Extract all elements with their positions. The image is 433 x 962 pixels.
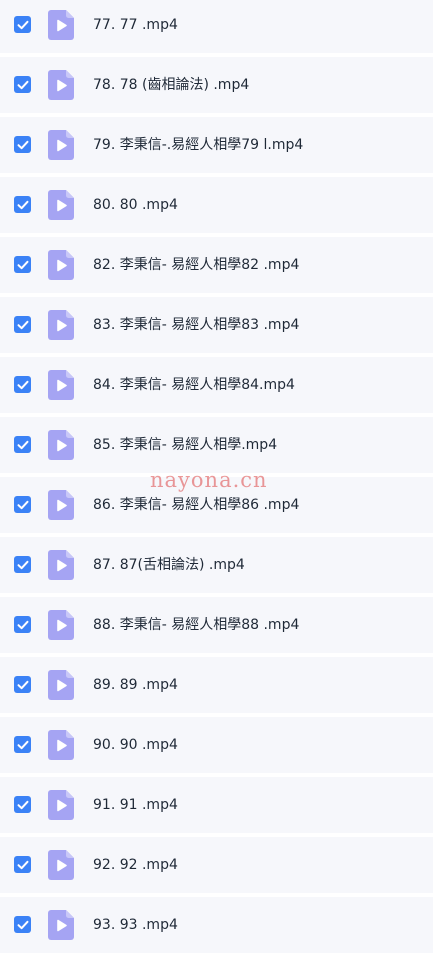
video-file-icon: [48, 430, 74, 460]
video-file-icon: [48, 310, 74, 340]
file-row[interactable]: 80. 80 .mp4: [0, 177, 433, 233]
video-file-icon: [48, 550, 74, 580]
file-row[interactable]: 79. 李秉信-.易經人相學79 l.mp4: [0, 117, 433, 173]
row-checkbox[interactable]: [14, 796, 31, 813]
row-checkbox[interactable]: [14, 436, 31, 453]
row-checkbox[interactable]: [14, 736, 31, 753]
file-list: 77. 77 .mp4 78. 78 (齒相論法) .mp4 79. 李秉信-.…: [0, 0, 433, 962]
video-file-icon: [48, 190, 74, 220]
video-file-icon: [48, 670, 74, 700]
file-name: 85. 李秉信- 易經人相學.mp4: [93, 437, 278, 453]
file-row[interactable]: 89. 89 .mp4: [0, 657, 433, 713]
video-file-icon: [48, 610, 74, 640]
checkmark-icon: [17, 560, 28, 569]
checkmark-icon: [17, 920, 28, 929]
file-name: 80. 80 .mp4: [93, 197, 178, 213]
checkmark-icon: [17, 140, 28, 149]
row-checkbox[interactable]: [14, 136, 31, 153]
file-name: 84. 李秉信- 易經人相學84.mp4: [93, 377, 295, 393]
file-row[interactable]: 77. 77 .mp4: [0, 0, 433, 53]
video-file-icon: [48, 850, 74, 880]
file-row[interactable]: 91. 91 .mp4: [0, 777, 433, 833]
row-checkbox[interactable]: [14, 916, 31, 933]
row-checkbox[interactable]: [14, 256, 31, 273]
checkmark-icon: [17, 500, 28, 509]
checkmark-icon: [17, 740, 28, 749]
file-name: 77. 77 .mp4: [93, 17, 178, 33]
row-checkbox[interactable]: [14, 856, 31, 873]
file-row[interactable]: 87. 87(舌相論法) .mp4: [0, 537, 433, 593]
file-name: 86. 李秉信- 易經人相學86 .mp4: [93, 497, 300, 513]
row-checkbox[interactable]: [14, 556, 31, 573]
checkmark-icon: [17, 680, 28, 689]
row-checkbox[interactable]: [14, 676, 31, 693]
row-checkbox[interactable]: [14, 376, 31, 393]
video-file-icon: [48, 370, 74, 400]
file-name: 90. 90 .mp4: [93, 737, 178, 753]
file-name: 89. 89 .mp4: [93, 677, 178, 693]
row-checkbox[interactable]: [14, 496, 31, 513]
checkmark-icon: [17, 320, 28, 329]
file-name: 88. 李秉信- 易經人相學88 .mp4: [93, 617, 300, 633]
checkmark-icon: [17, 620, 28, 629]
video-file-icon: [48, 490, 74, 520]
file-row[interactable]: 84. 李秉信- 易經人相學84.mp4: [0, 357, 433, 413]
file-row[interactable]: 85. 李秉信- 易經人相學.mp4: [0, 417, 433, 473]
row-checkbox[interactable]: [14, 316, 31, 333]
checkmark-icon: [17, 200, 28, 209]
file-name: 93. 93 .mp4: [93, 917, 178, 933]
file-row[interactable]: 86. 李秉信- 易經人相學86 .mp4: [0, 477, 433, 533]
video-file-icon: [48, 730, 74, 760]
row-checkbox[interactable]: [14, 16, 31, 33]
video-file-icon: [48, 790, 74, 820]
video-file-icon: [48, 250, 74, 280]
file-name: 79. 李秉信-.易經人相學79 l.mp4: [93, 137, 304, 153]
file-name: 82. 李秉信- 易經人相學82 .mp4: [93, 257, 300, 273]
video-file-icon: [48, 70, 74, 100]
file-row[interactable]: 90. 90 .mp4: [0, 717, 433, 773]
checkmark-icon: [17, 440, 28, 449]
checkmark-icon: [17, 260, 28, 269]
video-file-icon: [48, 10, 74, 40]
file-row[interactable]: 88. 李秉信- 易經人相學88 .mp4: [0, 597, 433, 653]
file-row[interactable]: 83. 李秉信- 易經人相學83 .mp4: [0, 297, 433, 353]
file-name: 92. 92 .mp4: [93, 857, 178, 873]
checkmark-icon: [17, 80, 28, 89]
row-checkbox[interactable]: [14, 76, 31, 93]
file-row[interactable]: 78. 78 (齒相論法) .mp4: [0, 57, 433, 113]
file-name: 91. 91 .mp4: [93, 797, 178, 813]
row-checkbox[interactable]: [14, 196, 31, 213]
checkmark-icon: [17, 860, 28, 869]
checkmark-icon: [17, 380, 28, 389]
file-row[interactable]: 92. 92 .mp4: [0, 837, 433, 893]
row-checkbox[interactable]: [14, 616, 31, 633]
file-name: 83. 李秉信- 易經人相學83 .mp4: [93, 317, 300, 333]
checkmark-icon: [17, 20, 28, 29]
file-row[interactable]: 82. 李秉信- 易經人相學82 .mp4: [0, 237, 433, 293]
file-name: 87. 87(舌相論法) .mp4: [93, 557, 245, 573]
checkmark-icon: [17, 800, 28, 809]
video-file-icon: [48, 130, 74, 160]
file-row[interactable]: 93. 93 .mp4: [0, 897, 433, 953]
video-file-icon: [48, 910, 74, 940]
file-name: 78. 78 (齒相論法) .mp4: [93, 77, 250, 93]
